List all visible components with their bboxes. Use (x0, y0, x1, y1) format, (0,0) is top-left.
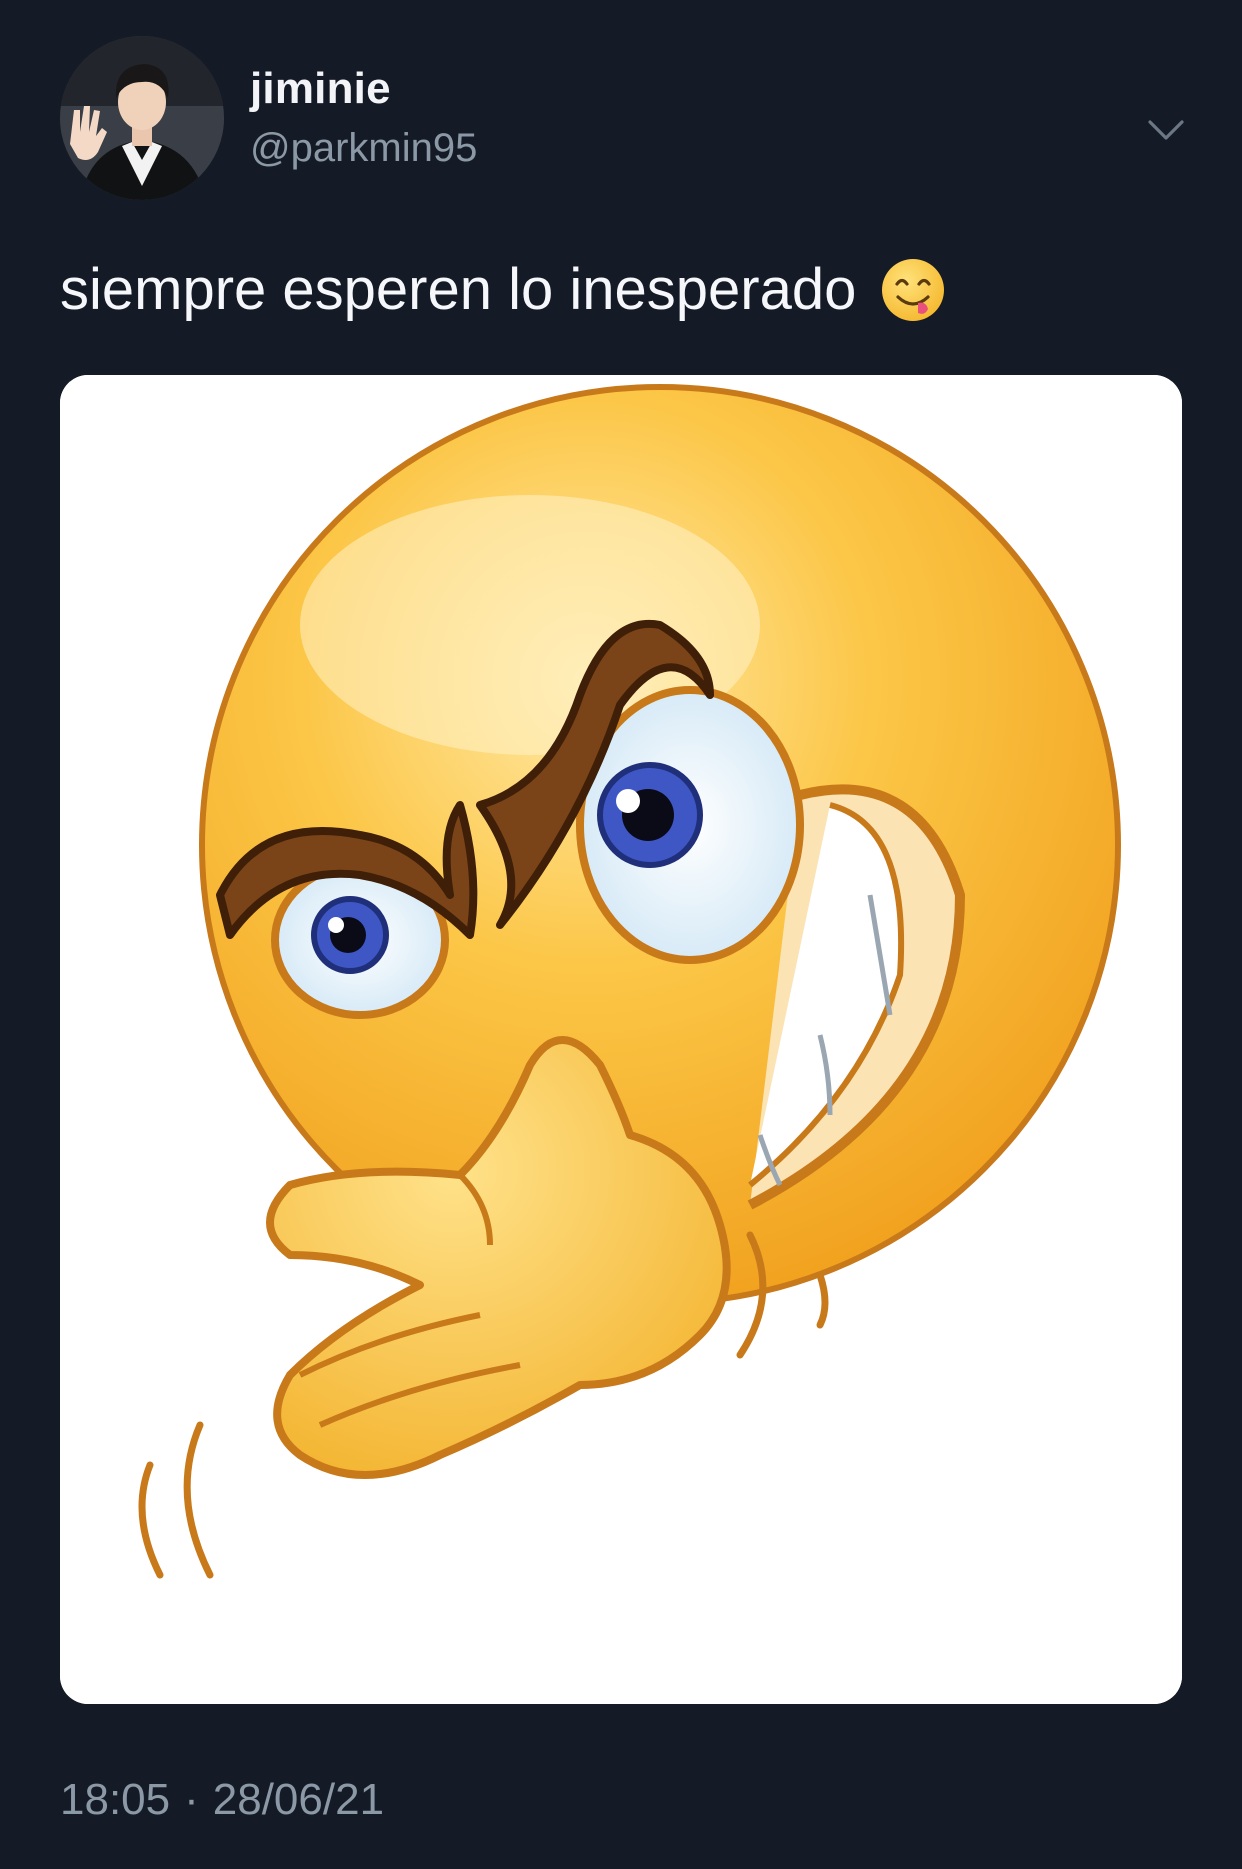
tweet-text-content: siempre esperen lo inesperado (60, 257, 857, 322)
tweet-date: 28/06/21 (212, 1775, 385, 1824)
tweet-time: 18:05 (60, 1775, 171, 1824)
tweet-text: siempre esperen lo inesperado (60, 256, 946, 323)
timestamp-separator: · (184, 1775, 199, 1824)
display-name[interactable]: jiminie (250, 64, 391, 114)
chevron-down-icon[interactable] (1142, 106, 1190, 154)
tweet-media-image[interactable] (60, 375, 1182, 1704)
tweet-screen: jiminie @parkmin95 siempre esperen lo in… (0, 0, 1242, 1869)
tweet-timestamp[interactable]: 18:05 · 28/06/21 (60, 1775, 384, 1825)
smirking-emoji-illustration (60, 375, 1182, 1704)
user-handle[interactable]: @parkmin95 (250, 126, 477, 171)
avatar[interactable] (60, 36, 224, 200)
face-savoring-food-emoji (880, 257, 946, 323)
tweet-header: jiminie @parkmin95 (60, 36, 1190, 206)
